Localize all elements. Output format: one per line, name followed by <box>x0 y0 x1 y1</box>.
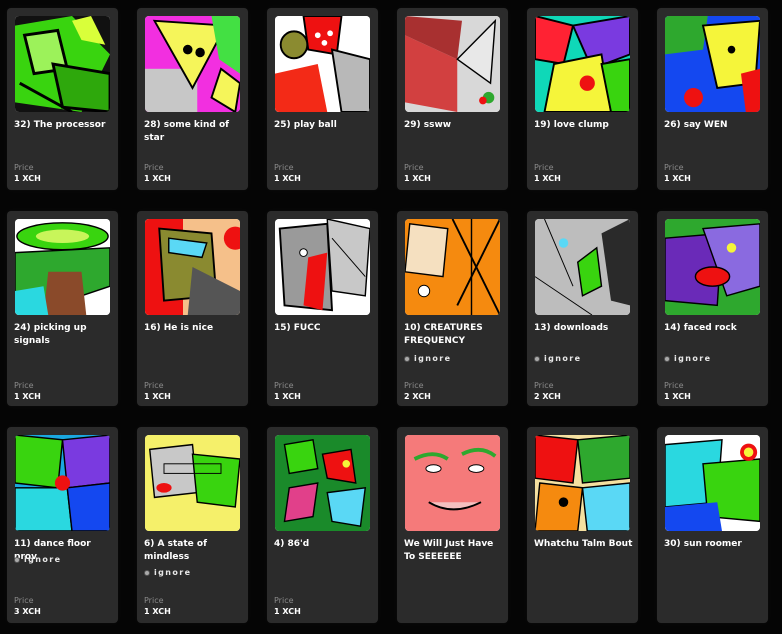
nft-thumbnail[interactable] <box>15 219 110 315</box>
nft-title[interactable]: 32) The processor <box>14 119 114 132</box>
nft-card[interactable]: 24) picking up signals Price 1 XCH <box>7 211 118 406</box>
creator-tag[interactable]: ignore <box>664 354 711 363</box>
price-value: 1 XCH <box>144 607 171 616</box>
price-value: 1 XCH <box>404 174 431 183</box>
creator-name[interactable]: ignore <box>674 354 711 363</box>
nft-card[interactable]: 19) love clump Price 1 XCH <box>527 8 638 190</box>
creator-name[interactable]: ignore <box>414 354 451 363</box>
nft-thumbnail[interactable] <box>405 16 500 112</box>
nft-card[interactable]: 10) CREATURES FREQUENCY ignore Price 2 X… <box>397 211 508 406</box>
nft-card[interactable]: 14) faced rock ignore Price 1 XCH <box>657 211 768 406</box>
price-label: Price <box>144 381 164 390</box>
nft-card[interactable]: 25) play ball Price 1 XCH <box>267 8 378 190</box>
nft-thumbnail[interactable] <box>535 435 630 531</box>
nft-card[interactable]: 32) The processor Price 1 XCH <box>7 8 118 190</box>
nft-card[interactable]: We Will Just Have To SEEEEEE <box>397 427 508 623</box>
price-label: Price <box>144 596 164 605</box>
price-label: Price <box>664 163 684 172</box>
nft-title[interactable]: 4) 86'd <box>274 538 374 551</box>
nft-title[interactable]: 13) downloads <box>534 322 634 335</box>
price-label: Price <box>534 163 554 172</box>
price-value: 1 XCH <box>534 174 561 183</box>
nft-thumbnail[interactable] <box>535 219 630 315</box>
nft-card[interactable]: 11) dance floor prov ignore Price 3 XCH <box>7 427 118 623</box>
nft-card[interactable]: 6) A state of mindless ignore Price 1 XC… <box>137 427 248 623</box>
price-value: 1 XCH <box>664 174 691 183</box>
nft-title[interactable]: 29) ssww <box>404 119 504 132</box>
nft-thumbnail[interactable] <box>275 16 370 112</box>
nft-thumbnail[interactable] <box>665 219 760 315</box>
nft-card[interactable]: 13) downloads ignore Price 2 XCH <box>527 211 638 406</box>
nft-card[interactable]: 30) sun roomer <box>657 427 768 623</box>
creator-name[interactable]: ignore <box>544 354 581 363</box>
nft-title[interactable]: 25) play ball <box>274 119 374 132</box>
nft-title[interactable]: 26) say WEN <box>664 119 764 132</box>
nft-title[interactable]: 30) sun roomer <box>664 538 764 551</box>
nft-thumbnail[interactable] <box>405 435 500 531</box>
creator-name[interactable]: ignore <box>24 555 61 564</box>
nft-thumbnail[interactable] <box>665 435 760 531</box>
creator-tag[interactable]: ignore <box>14 555 61 564</box>
price-value: 2 XCH <box>534 392 561 401</box>
creator-tag[interactable]: ignore <box>534 354 581 363</box>
price-label: Price <box>274 596 294 605</box>
nft-title[interactable]: 6) A state of mindless <box>144 538 244 564</box>
price-label: Price <box>274 381 294 390</box>
nft-thumbnail[interactable] <box>665 16 760 112</box>
price-value: 1 XCH <box>14 174 41 183</box>
creator-avatar-icon <box>534 355 540 362</box>
price-value: 3 XCH <box>14 607 41 616</box>
creator-tag[interactable]: ignore <box>144 568 191 577</box>
price-label: Price <box>534 381 554 390</box>
price-value: 1 XCH <box>274 174 301 183</box>
price-value: 1 XCH <box>144 174 171 183</box>
nft-thumbnail[interactable] <box>535 16 630 112</box>
price-label: Price <box>14 596 34 605</box>
nft-card[interactable]: Whatchu Talm Bout <box>527 427 638 623</box>
price-label: Price <box>404 381 424 390</box>
nft-card[interactable]: 16) He is nice Price 1 XCH <box>137 211 248 406</box>
price-label: Price <box>14 163 34 172</box>
nft-thumbnail[interactable] <box>405 219 500 315</box>
price-label: Price <box>144 163 164 172</box>
nft-grid: 32) The processor Price 1 XCH 28) some k… <box>7 8 768 623</box>
creator-avatar-icon <box>14 556 20 563</box>
nft-title[interactable]: 15) FUCC <box>274 322 374 335</box>
price-value: 1 XCH <box>664 392 691 401</box>
price-label: Price <box>14 381 34 390</box>
price-value: 2 XCH <box>404 392 431 401</box>
nft-title[interactable]: 10) CREATURES FREQUENCY <box>404 322 504 348</box>
nft-card[interactable]: 29) ssww Price 1 XCH <box>397 8 508 190</box>
price-value: 1 XCH <box>274 392 301 401</box>
nft-card[interactable]: 15) FUCC Price 1 XCH <box>267 211 378 406</box>
price-value: 1 XCH <box>274 607 301 616</box>
nft-card[interactable]: 26) say WEN Price 1 XCH <box>657 8 768 190</box>
nft-thumbnail[interactable] <box>145 16 240 112</box>
price-value: 1 XCH <box>14 392 41 401</box>
nft-thumbnail[interactable] <box>275 219 370 315</box>
price-label: Price <box>274 163 294 172</box>
creator-avatar-icon <box>144 569 150 576</box>
creator-name[interactable]: ignore <box>154 568 191 577</box>
nft-title[interactable]: 16) He is nice <box>144 322 244 335</box>
nft-title[interactable]: 24) picking up signals <box>14 322 114 348</box>
nft-title[interactable]: We Will Just Have To SEEEEEE <box>404 538 504 564</box>
nft-thumbnail[interactable] <box>275 435 370 531</box>
price-label: Price <box>404 163 424 172</box>
creator-tag[interactable]: ignore <box>404 354 451 363</box>
price-label: Price <box>664 381 684 390</box>
creator-avatar-icon <box>664 355 670 362</box>
nft-title[interactable]: 14) faced rock <box>664 322 764 335</box>
nft-title[interactable]: Whatchu Talm Bout <box>534 538 634 551</box>
nft-thumbnail[interactable] <box>15 16 110 112</box>
nft-card[interactable]: 28) some kind of star Price 1 XCH <box>137 8 248 190</box>
nft-title[interactable]: 28) some kind of star <box>144 119 244 145</box>
nft-card[interactable]: 4) 86'd Price 1 XCH <box>267 427 378 623</box>
creator-avatar-icon <box>404 355 410 362</box>
nft-thumbnail[interactable] <box>145 435 240 531</box>
nft-title[interactable]: 19) love clump <box>534 119 634 132</box>
nft-thumbnail[interactable] <box>15 435 110 531</box>
nft-thumbnail[interactable] <box>145 219 240 315</box>
price-value: 1 XCH <box>144 392 171 401</box>
